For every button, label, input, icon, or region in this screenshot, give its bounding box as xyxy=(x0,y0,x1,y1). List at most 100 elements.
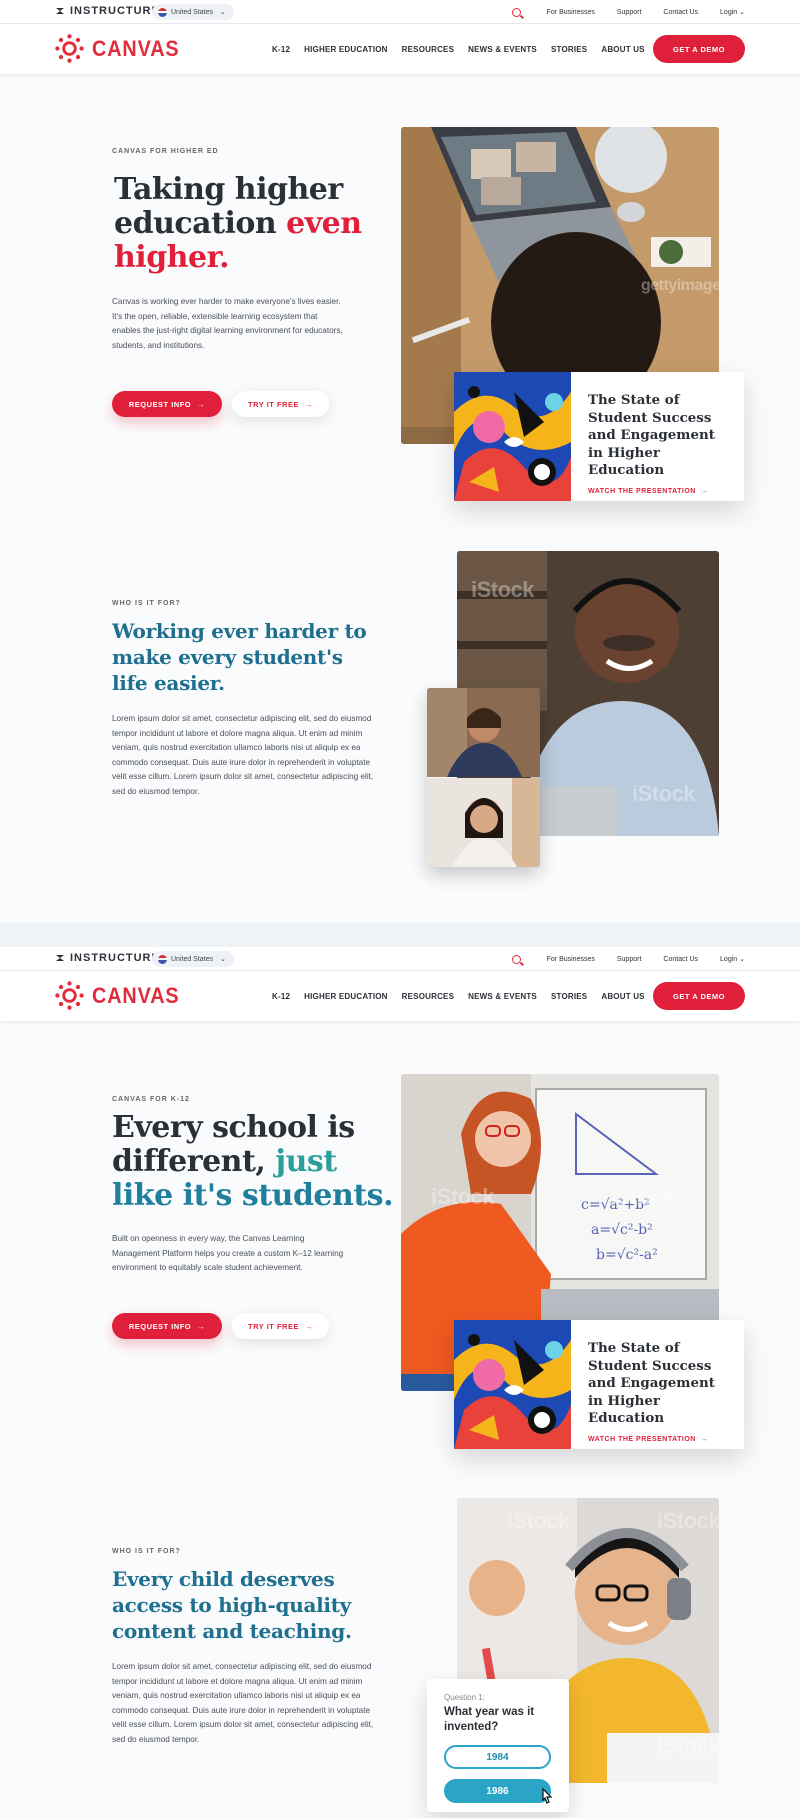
instructure-logo-icon xyxy=(56,955,64,961)
k12-body: Built on openness in every way, the Canv… xyxy=(112,1234,344,1272)
who-title: Working ever harder to make every studen… xyxy=(112,619,367,695)
watermark: iStock xyxy=(507,1508,571,1533)
region-label: United States xyxy=(171,955,214,963)
arrow-right-icon: → xyxy=(197,399,206,409)
nav-item-higher-education[interactable]: HIGHER EDUCATION xyxy=(304,992,388,1001)
nav-item-resources[interactable]: RESOURCES xyxy=(402,45,454,54)
who-body: Lorem ipsum dolor sit amet, consectetur … xyxy=(112,714,374,796)
quiz-option-1984[interactable]: 1984 xyxy=(444,1745,551,1769)
video-tiles-art xyxy=(427,688,540,867)
login-label: Login xyxy=(720,956,738,963)
chevron-down-icon: ⌄ xyxy=(220,9,226,16)
video-tiles xyxy=(427,688,540,867)
quiz-option-1986[interactable]: 1986 xyxy=(444,1779,551,1803)
k12-who-eyebrow: WHO IS IT FOR? xyxy=(112,1548,181,1555)
main-nav: CANVAS K-12 HIGHER EDUCATION RESOURCES N… xyxy=(0,24,800,74)
link-support[interactable]: Support xyxy=(617,956,642,963)
nav-item-news-events[interactable]: NEWS & EVENTS xyxy=(468,45,537,54)
promo-art xyxy=(454,1320,571,1449)
region-label: United States xyxy=(171,8,214,16)
instructure-logo-icon xyxy=(56,8,64,14)
arrow-right-icon: → xyxy=(304,1321,313,1331)
canvas-logo-icon xyxy=(55,34,84,63)
chevron-down-icon: ⌄ xyxy=(739,9,745,16)
promo-art-pattern xyxy=(454,1320,571,1449)
hero-title-line2a: education xyxy=(114,206,287,241)
nav-item-news-events[interactable]: NEWS & EVENTS xyxy=(468,992,537,1001)
watermark: iStock xyxy=(471,577,535,602)
region-selector[interactable]: United States ⌄ xyxy=(152,951,234,967)
k12-title-line2a: different, xyxy=(112,1144,276,1179)
search-icon[interactable] xyxy=(511,954,521,964)
watermark: iStock xyxy=(611,1184,675,1209)
promo-card[interactable]: The State of Student Success and Engagem… xyxy=(454,372,744,501)
get-a-demo-button[interactable]: GET A DEMO xyxy=(653,982,745,1010)
try-it-free-button[interactable]: TRY IT FREE → xyxy=(232,391,329,417)
utility-bar: INSTRUCTURE United States ⌄ For Business… xyxy=(0,0,800,24)
canvas-logo[interactable]: CANVAS xyxy=(55,34,189,63)
k12-title-line3: like it's students. xyxy=(112,1179,402,1213)
instructure-label: INSTRUCTURE xyxy=(70,5,160,17)
watch-presentation-label: WATCH THE PRESENTATION xyxy=(588,1435,696,1443)
hero-title-line3: higher. xyxy=(114,240,230,275)
watermark: gettyimages xyxy=(641,277,719,294)
try-it-free-label: TRY IT FREE xyxy=(248,399,299,409)
request-info-button[interactable]: REQUEST INFO → xyxy=(112,391,222,417)
nav-item-k12[interactable]: K-12 xyxy=(272,992,290,1001)
nav-item-stories[interactable]: STORIES xyxy=(551,992,587,1001)
nav-item-k12[interactable]: K-12 xyxy=(272,45,290,54)
watch-presentation-label: WATCH THE PRESENTATION xyxy=(588,487,696,495)
link-contact-us[interactable]: Contact Us xyxy=(663,956,698,963)
hero-title: Taking higher education even higher. xyxy=(114,173,384,275)
link-login[interactable]: Login ⌄ xyxy=(720,8,745,16)
k12-title-highlight: just xyxy=(275,1144,337,1179)
request-info-button[interactable]: REQUEST INFO → xyxy=(112,1313,222,1339)
get-a-demo-button[interactable]: GET A DEMO xyxy=(653,35,745,63)
canvas-wordmark: CANVAS xyxy=(92,35,180,61)
watch-presentation-link[interactable]: WATCH THE PRESENTATION → xyxy=(588,1436,727,1443)
utility-bar-2: INSTRUCTURE United States ⌄ For Business… xyxy=(0,947,800,971)
nav-item-higher-education[interactable]: HIGHER EDUCATION xyxy=(304,45,388,54)
canvas-logo[interactable]: CANVAS xyxy=(55,981,189,1010)
arrow-right-icon: → xyxy=(304,399,313,409)
watermark: iStock xyxy=(657,1508,719,1533)
section-separator xyxy=(0,923,800,947)
link-support[interactable]: Support xyxy=(617,9,642,16)
arrow-right-icon: → xyxy=(700,487,709,495)
quiz-question: What year was it invented? xyxy=(444,1706,535,1733)
nav-item-about-us[interactable]: ABOUT US xyxy=(601,45,644,54)
search-icon[interactable] xyxy=(511,7,521,17)
main-nav-2: CANVAS K-12 HIGHER EDUCATION RESOURCES N… xyxy=(0,971,800,1021)
link-for-businesses[interactable]: For Businesses xyxy=(547,956,595,963)
link-for-businesses[interactable]: For Businesses xyxy=(547,9,595,16)
promo-card[interactable]: The State of Student Success and Engagem… xyxy=(454,1320,744,1449)
who-eyebrow: WHO IS IT FOR? xyxy=(112,600,181,607)
flag-us-icon xyxy=(158,954,167,964)
try-it-free-button[interactable]: TRY IT FREE → xyxy=(232,1313,329,1339)
link-contact-us[interactable]: Contact Us xyxy=(663,9,698,16)
chevron-down-icon: ⌄ xyxy=(220,956,226,963)
nav-item-resources[interactable]: RESOURCES xyxy=(402,992,454,1001)
promo-art-pattern xyxy=(454,372,571,501)
hero-eyebrow: CANVAS FOR HIGHER ED xyxy=(112,148,219,155)
hero-title-line1: Taking higher xyxy=(114,172,343,207)
utility-links: For Businesses Support Contact Us Login … xyxy=(511,0,745,24)
request-info-label: REQUEST INFO xyxy=(128,399,192,409)
instructure-brand[interactable]: INSTRUCTURE xyxy=(55,5,160,17)
watch-presentation-link[interactable]: WATCH THE PRESENTATION → xyxy=(588,488,727,495)
nav-item-about-us[interactable]: ABOUT US xyxy=(601,992,644,1001)
quiz-question-label: Question 1: xyxy=(444,1693,485,1702)
link-login[interactable]: Login ⌄ xyxy=(720,955,745,963)
k12-title-line1: Every school is xyxy=(112,1110,355,1145)
instructure-label: INSTRUCTURE xyxy=(70,952,160,964)
k12-title: Every school is different, just like it'… xyxy=(112,1111,402,1213)
request-info-label: REQUEST INFO xyxy=(128,1321,192,1331)
promo-body: The State of Student Success and Engagem… xyxy=(571,372,743,501)
region-selector[interactable]: United States ⌄ xyxy=(152,4,234,20)
instructure-brand[interactable]: INSTRUCTURE xyxy=(55,952,160,964)
k12-who-title: Every child deserves access to high-qual… xyxy=(112,1567,352,1643)
login-label: Login xyxy=(720,9,738,16)
k12-title-line2: different, just xyxy=(112,1145,402,1179)
watermark: iStock xyxy=(657,1733,719,1758)
nav-item-stories[interactable]: STORIES xyxy=(551,45,587,54)
